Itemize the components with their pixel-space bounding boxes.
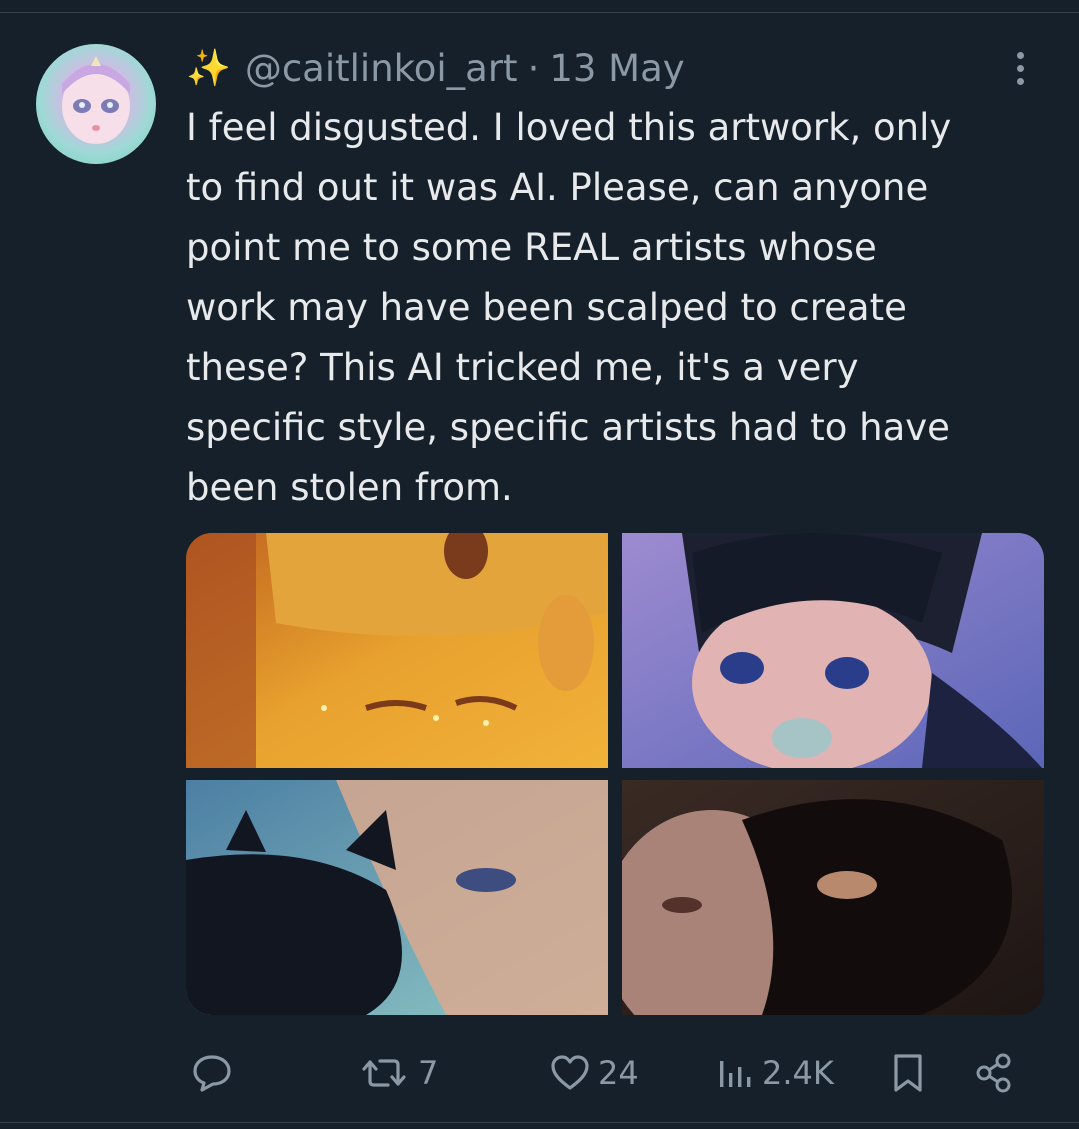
share-icon — [976, 1053, 1011, 1093]
reply-icon — [193, 1055, 231, 1092]
views-button[interactable]: 2.4K — [716, 1046, 834, 1100]
bottom-divider — [0, 1122, 1079, 1123]
like-button[interactable]: 24 — [548, 1046, 639, 1100]
tweet-text: I feel disgusted. I loved this artwork, … — [186, 106, 952, 509]
retweet-count: 7 — [418, 1054, 439, 1092]
media-image-1[interactable] — [186, 533, 608, 768]
top-divider — [0, 0, 1079, 13]
share-button[interactable] — [972, 1046, 1016, 1100]
more-options-icon[interactable] — [1002, 48, 1038, 88]
tweet-actions: 7 24 2.4K — [186, 1046, 1056, 1100]
media-image-2[interactable] — [622, 533, 1044, 768]
bookmark-button[interactable] — [888, 1046, 928, 1100]
tweet-date[interactable]: 13 May — [549, 47, 684, 90]
reply-button[interactable] — [190, 1046, 234, 1100]
header-separator: · — [527, 46, 540, 90]
media-grid — [186, 533, 1044, 1015]
views-icon — [720, 1061, 751, 1087]
media-image-3[interactable] — [186, 780, 608, 1015]
heart-icon — [551, 1055, 589, 1090]
media-image-4[interactable] — [622, 780, 1044, 1015]
user-handle[interactable]: @caitlinkoi_art — [245, 47, 518, 90]
avatar[interactable] — [36, 44, 156, 164]
retweet-icon — [362, 1059, 406, 1087]
retweet-button[interactable]: 7 — [356, 1046, 438, 1100]
tweet-header: ✨ @caitlinkoi_art · 13 May — [186, 44, 685, 92]
sparkle-icon: ✨ — [186, 48, 231, 89]
views-count: 2.4K — [762, 1054, 834, 1092]
bookmark-icon — [894, 1054, 922, 1092]
like-count: 24 — [598, 1054, 639, 1092]
